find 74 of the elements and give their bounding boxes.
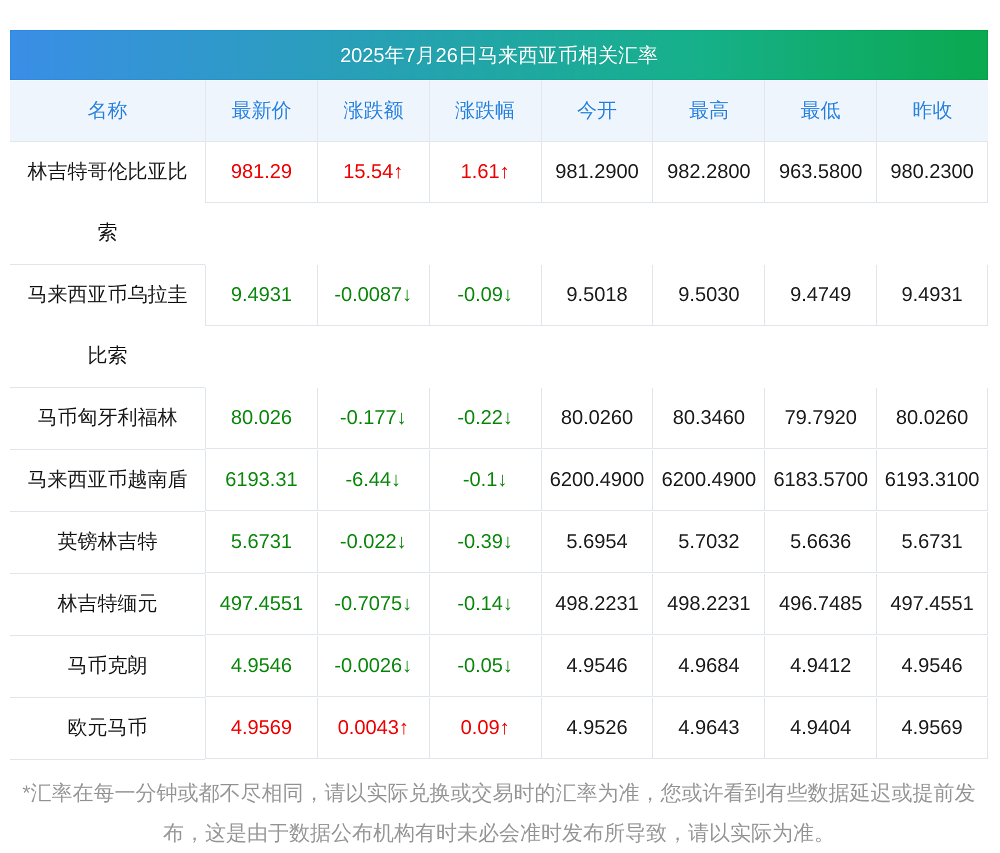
table-cell: 4.9546	[876, 636, 988, 697]
table-cell: 6200.4900	[652, 450, 764, 511]
disclaimer-note: *汇率在每一分钟或都不尽相同，请以实际兑换或交易时的汇率为准，您或许看到有些数据延迟或提前发布，这是由于数据公布机构有时未必会准时发布所导致，请以实际为准。	[21, 781, 977, 847]
table-cell: 4.9569	[205, 698, 317, 759]
table-cell: 80.026	[205, 388, 317, 449]
currency-pair-name: 马币克朗	[10, 636, 205, 698]
table-cell: 498.2231	[540, 574, 652, 635]
table-cell: 6193.3100	[876, 450, 988, 511]
table-cell: 5.6954	[540, 512, 652, 573]
table-cell: 498.2231	[652, 574, 764, 635]
table-cell: 4.9684	[652, 636, 764, 697]
table-cell: -0.177↓	[316, 388, 429, 449]
table-cell: 496.7485	[764, 574, 876, 635]
table-cell: -0.7075↓	[316, 574, 429, 635]
table-cell: 6200.4900	[540, 450, 652, 511]
table-cell: 80.3460	[652, 388, 764, 449]
table-cell: 9.5018	[540, 265, 652, 326]
table-cell: 5.7032	[652, 512, 764, 573]
table-cell: 5.6731	[205, 512, 317, 573]
table-cell: 5.6731	[876, 512, 988, 573]
table-cell: 497.4551	[205, 574, 317, 635]
table-cell: -0.22↓	[428, 388, 541, 449]
table-cell: 4.9526	[540, 698, 652, 759]
table-cell: 4.9546	[205, 636, 317, 697]
table-cell: 497.4551	[876, 574, 988, 635]
table-cell: 9.4931	[876, 265, 988, 326]
table-cell: 4.9404	[764, 698, 876, 759]
table-cell: -0.0026↓	[316, 636, 429, 697]
table-cell: 9.5030	[652, 265, 764, 326]
currency-pair-name: 林吉特缅元	[10, 574, 205, 636]
table-cell: -0.09↓	[428, 265, 541, 326]
table-cell: -0.022↓	[316, 512, 429, 573]
column-header: 涨跌额	[316, 80, 429, 142]
table-cell: 4.9546	[540, 636, 652, 697]
table-cell: 9.4749	[764, 265, 876, 326]
table-cell: 5.6636	[764, 512, 876, 573]
column-header: 涨跌幅	[428, 80, 541, 142]
table-cell: 0.0043↑	[316, 698, 429, 759]
currency-pair-name: 林吉特哥伦比亚比索	[10, 142, 205, 265]
table-cell: 4.9412	[764, 636, 876, 697]
table-cell: -0.05↓	[428, 636, 541, 697]
currency-pair-name: 马币匈牙利福林	[10, 388, 205, 450]
table-cell: 6183.5700	[764, 450, 876, 511]
table-cell: 982.2800	[652, 142, 764, 203]
table-cell: 79.7920	[764, 388, 876, 449]
currency-pair-name: 英镑林吉特	[10, 512, 205, 574]
table-cell: 0.09↑	[428, 698, 541, 759]
table-cell: 15.54↑	[316, 142, 429, 203]
table-cell: -6.44↓	[316, 450, 429, 511]
table-cell: 981.29	[205, 142, 317, 203]
column-header: 最新价	[205, 80, 317, 142]
table-cell: -0.0087↓	[316, 265, 429, 326]
currency-pair-name: 马来西亚币乌拉圭比索	[10, 265, 205, 388]
table-cell: 981.2900	[540, 142, 652, 203]
table-cell: 80.0260	[876, 388, 988, 449]
column-header: 名称	[10, 80, 205, 142]
column-header: 最低	[764, 80, 876, 142]
table-title: 2025年7月26日马来西亚币相关汇率	[10, 30, 988, 80]
table-cell: 9.4931	[205, 265, 317, 326]
table-cell: -0.14↓	[428, 574, 541, 635]
column-header: 最高	[652, 80, 764, 142]
column-header: 昨收	[876, 80, 988, 142]
table-cell: 1.61↑	[428, 142, 541, 203]
table-cell: 963.5800	[764, 142, 876, 203]
currency-pair-name: 马来西亚币越南盾	[10, 450, 205, 512]
table-cell: 80.0260	[540, 388, 652, 449]
currency-pair-name: 欧元马币	[10, 698, 205, 760]
table-cell: 4.9569	[876, 698, 988, 759]
table-cell: -0.1↓	[428, 450, 541, 511]
table-cell: 6193.31	[205, 450, 317, 511]
table-cell: -0.39↓	[428, 512, 541, 573]
column-header: 今开	[540, 80, 652, 142]
table-cell: 980.2300	[876, 142, 988, 203]
table-cell: 4.9643	[652, 698, 764, 759]
